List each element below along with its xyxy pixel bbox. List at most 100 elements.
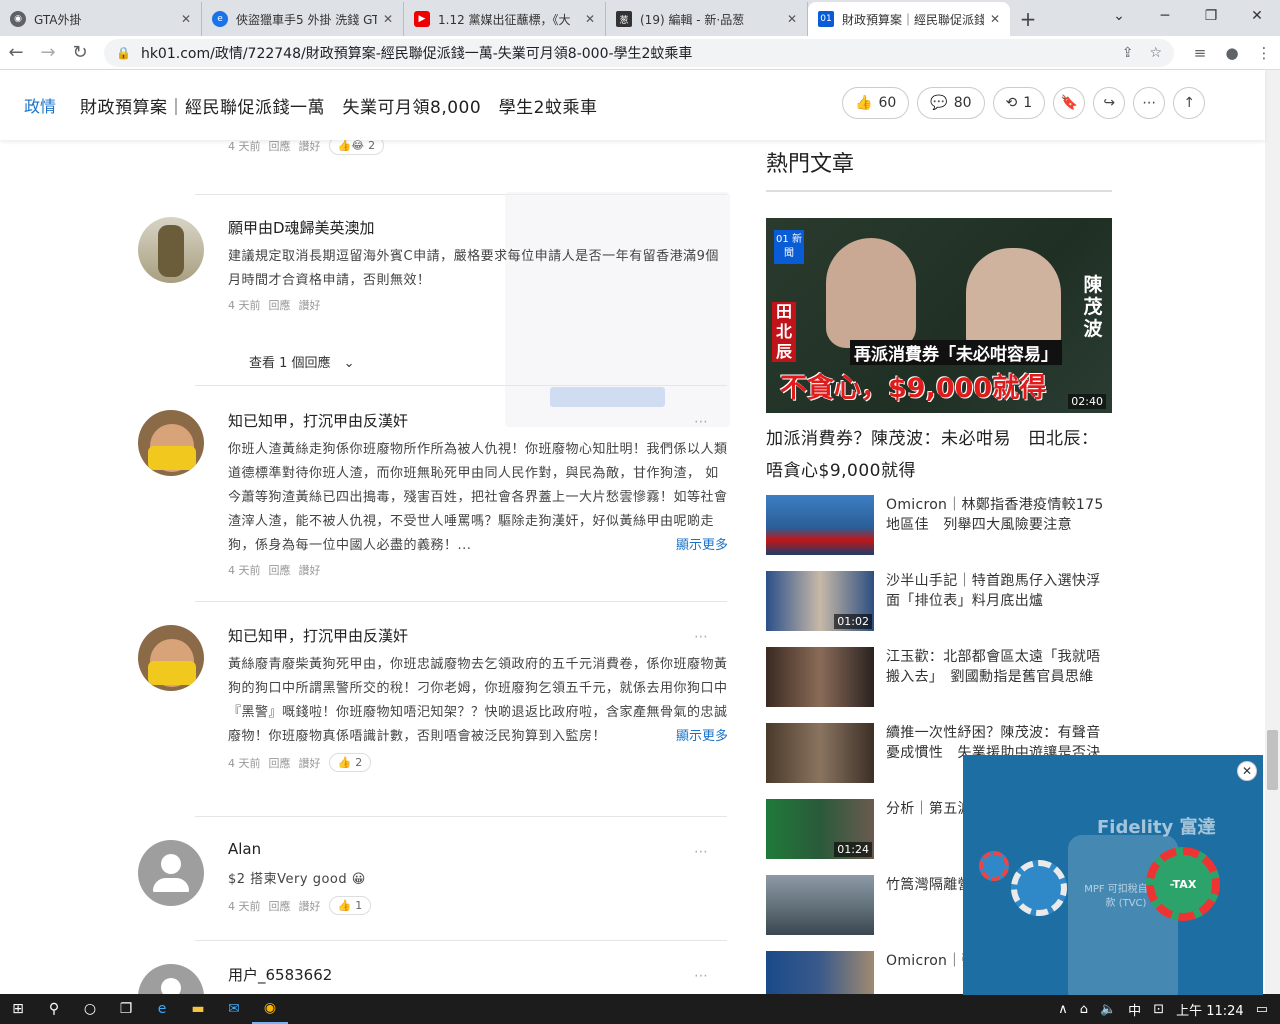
- like-link[interactable]: 讚好: [299, 562, 321, 578]
- comment-options-icon[interactable]: ⋯: [694, 629, 708, 645]
- ad-close-button[interactable]: ✕: [1237, 761, 1257, 781]
- share-button[interactable]: ↪: [1093, 87, 1126, 119]
- more-button[interactable]: ⋯: [1133, 87, 1166, 119]
- language-indicator[interactable]: 中: [1128, 1000, 1141, 1019]
- rail-article[interactable]: Omicron｜林鄭指香港疫情較175地區佳 列舉四大風險要注意: [766, 495, 1112, 555]
- browser-tab-active[interactable]: 01 財政預算案｜經民聯促派錢 ✕: [808, 2, 1010, 36]
- like-link[interactable]: 讚好: [299, 898, 321, 914]
- clock[interactable]: 上午 11:24: [1176, 1000, 1244, 1019]
- address-bar-row: ← → ↻ 🔒 hk01.com/政情/722748/財政預算案-經民聯促派錢一…: [0, 36, 1280, 70]
- back-to-top-button[interactable]: ↑: [1173, 87, 1206, 119]
- restore-button[interactable]: ❐: [1188, 0, 1234, 32]
- chevron-up-icon[interactable]: ∧: [1058, 1002, 1068, 1017]
- reply-link[interactable]: 回應: [269, 898, 291, 914]
- reaction-badge[interactable]: 👍 1: [328, 896, 372, 915]
- article-thumbnail: [766, 495, 874, 555]
- close-tab-icon[interactable]: ✕: [383, 12, 393, 26]
- comment-meta: 4 天前 回應 讚好 👍 2: [228, 753, 728, 772]
- browser-tab[interactable]: ◉ GTA外掛 ✕: [0, 2, 202, 36]
- lock-icon[interactable]: 🔒: [116, 46, 131, 60]
- chevron-down-icon: ⌄: [343, 356, 355, 371]
- like-link[interactable]: 讚好: [299, 755, 321, 771]
- category-link[interactable]: 政情: [24, 93, 56, 117]
- mail-icon[interactable]: ✉: [216, 994, 252, 1024]
- reaction-icon: 👍😂: [337, 140, 365, 152]
- rail-article[interactable]: 01:02 沙半山手記｜特首跑馬仔入選快浮面「排位表」料月底出爐: [766, 571, 1112, 631]
- like-button[interactable]: 👍 60: [842, 87, 910, 119]
- reply-link[interactable]: 回應: [269, 562, 291, 578]
- commenter-name[interactable]: 知已知甲，打沉甲由反漢奸: [228, 410, 728, 432]
- close-tab-icon[interactable]: ✕: [787, 12, 797, 26]
- profile-avatar-icon[interactable]: ●: [1216, 44, 1248, 62]
- windows-start-icon[interactable]: ⊞: [0, 994, 36, 1024]
- comment-meta: 4 天前 回應 讚好 👍 1: [228, 896, 728, 915]
- reading-list-icon[interactable]: ≡: [1184, 44, 1216, 62]
- bookmark-button[interactable]: 🔖: [1053, 87, 1086, 119]
- like-link[interactable]: 讚好: [299, 297, 321, 313]
- fidelity-ad[interactable]: Fidelity 富達 MPF 可扣稅自願供款 (TVC) -TAX ✕: [963, 755, 1263, 995]
- show-more-link[interactable]: 顯示更多: [676, 538, 728, 553]
- view-replies-button[interactable]: 查看 1 個回應 ⌄: [249, 352, 354, 371]
- bookmark-star-icon[interactable]: ☆: [1149, 45, 1162, 61]
- search-icon[interactable]: ⚲: [36, 994, 72, 1024]
- menu-icon[interactable]: ⋮: [1248, 44, 1280, 62]
- rail-article[interactable]: 江玉歡：北部都會區太遠「我就唔搬入去」 劉國勳指是舊官員思維: [766, 647, 1112, 707]
- chrome-icon[interactable]: ◉: [252, 994, 288, 1024]
- reaction-badge[interactable]: 👍😂 2: [328, 140, 385, 155]
- comment-options-icon[interactable]: ⋯: [694, 414, 708, 430]
- reply-link[interactable]: 回應: [269, 140, 291, 154]
- close-tab-icon[interactable]: ✕: [181, 12, 191, 26]
- back-button[interactable]: ←: [0, 37, 32, 69]
- close-tab-icon[interactable]: ✕: [990, 12, 1000, 26]
- show-more-link[interactable]: 顯示更多: [676, 729, 728, 744]
- network-icon[interactable]: ⌂: [1080, 1002, 1088, 1017]
- commenter-name[interactable]: 用户_6583662: [228, 964, 728, 986]
- browser-tab[interactable]: 葱 (19) 編輯 - 新·品葱 ✕: [606, 2, 808, 36]
- avatar[interactable]: [138, 964, 204, 994]
- avatar[interactable]: [138, 625, 204, 691]
- commenter-name[interactable]: 知已知甲，打沉甲由反漢奸: [228, 625, 728, 647]
- reply-link[interactable]: 回應: [269, 755, 291, 771]
- comments-button[interactable]: 💬 80: [917, 87, 985, 119]
- close-window-button[interactable]: ✕: [1234, 0, 1280, 32]
- forward-button[interactable]: →: [32, 37, 64, 69]
- comment-options-icon[interactable]: ⋯: [694, 844, 708, 860]
- article-title: 江玉歡：北部都會區太遠「我就唔搬入去」 劉國勳指是舊官員思維: [886, 649, 1101, 685]
- window-controls: ⌄ ─ ❐ ✕: [1096, 0, 1280, 32]
- share-icon[interactable]: ⇪: [1122, 45, 1134, 61]
- article-thumbnail: [766, 875, 874, 935]
- close-tab-icon[interactable]: ✕: [585, 12, 595, 26]
- reaction-badge[interactable]: 👍 2: [328, 753, 372, 772]
- url-bar[interactable]: 🔒 hk01.com/政情/722748/財政預算案-經民聯促派錢一萬-失業可月…: [104, 38, 1174, 67]
- hero-video-thumbnail[interactable]: 01 新聞 田北辰 陳茂波 再派消費券「未必咁容易」 不貪心，$9,000就得 …: [766, 218, 1112, 413]
- chevron-down-icon[interactable]: ⌄: [1096, 0, 1142, 32]
- notification-icon[interactable]: ▭: [1256, 1002, 1268, 1017]
- page-scrollbar[interactable]: [1265, 70, 1280, 994]
- commenter-name[interactable]: 願甲由D魂歸美英澳加: [228, 217, 728, 239]
- hero-article-title[interactable]: 加派消費券？陳茂波：未必咁易 田北辰：唔貪心$9,000就得: [766, 423, 1112, 487]
- volume-icon[interactable]: 🔈: [1100, 1002, 1116, 1017]
- scrollbar-thumb[interactable]: [1267, 730, 1278, 790]
- avatar[interactable]: [138, 410, 204, 476]
- edge-icon[interactable]: e: [144, 994, 180, 1024]
- avatar[interactable]: [138, 840, 204, 906]
- cortana-icon[interactable]: ○: [72, 994, 108, 1024]
- file-explorer-icon[interactable]: ▬: [180, 994, 216, 1024]
- minimize-button[interactable]: ─: [1142, 0, 1188, 32]
- repost-button[interactable]: ⟲ 1: [992, 87, 1046, 119]
- comment-options-icon[interactable]: ⋯: [694, 968, 708, 984]
- ime-icon[interactable]: ⊡: [1153, 1002, 1164, 1017]
- task-view-icon[interactable]: ❐: [108, 994, 144, 1024]
- thumbs-up-icon: 👍: [337, 756, 352, 769]
- browser-tab[interactable]: e 俠盜獵車手5 外掛 洗錢 GT ✕: [202, 2, 404, 36]
- like-link[interactable]: 讚好: [299, 140, 321, 154]
- browser-tab[interactable]: ▶ 1.12 黨媒出征蘸標，《大 ✕: [404, 2, 606, 36]
- reload-button[interactable]: ↻: [64, 37, 96, 69]
- hero-caption-highlight: 不貪心，$9,000就得: [780, 373, 1047, 404]
- site-favicon-icon: e: [212, 11, 228, 27]
- video-duration: 01:02: [834, 614, 872, 629]
- new-tab-button[interactable]: +: [1010, 2, 1046, 36]
- reply-link[interactable]: 回應: [269, 297, 291, 313]
- avatar[interactable]: [138, 217, 204, 283]
- commenter-name[interactable]: Alan: [228, 840, 728, 862]
